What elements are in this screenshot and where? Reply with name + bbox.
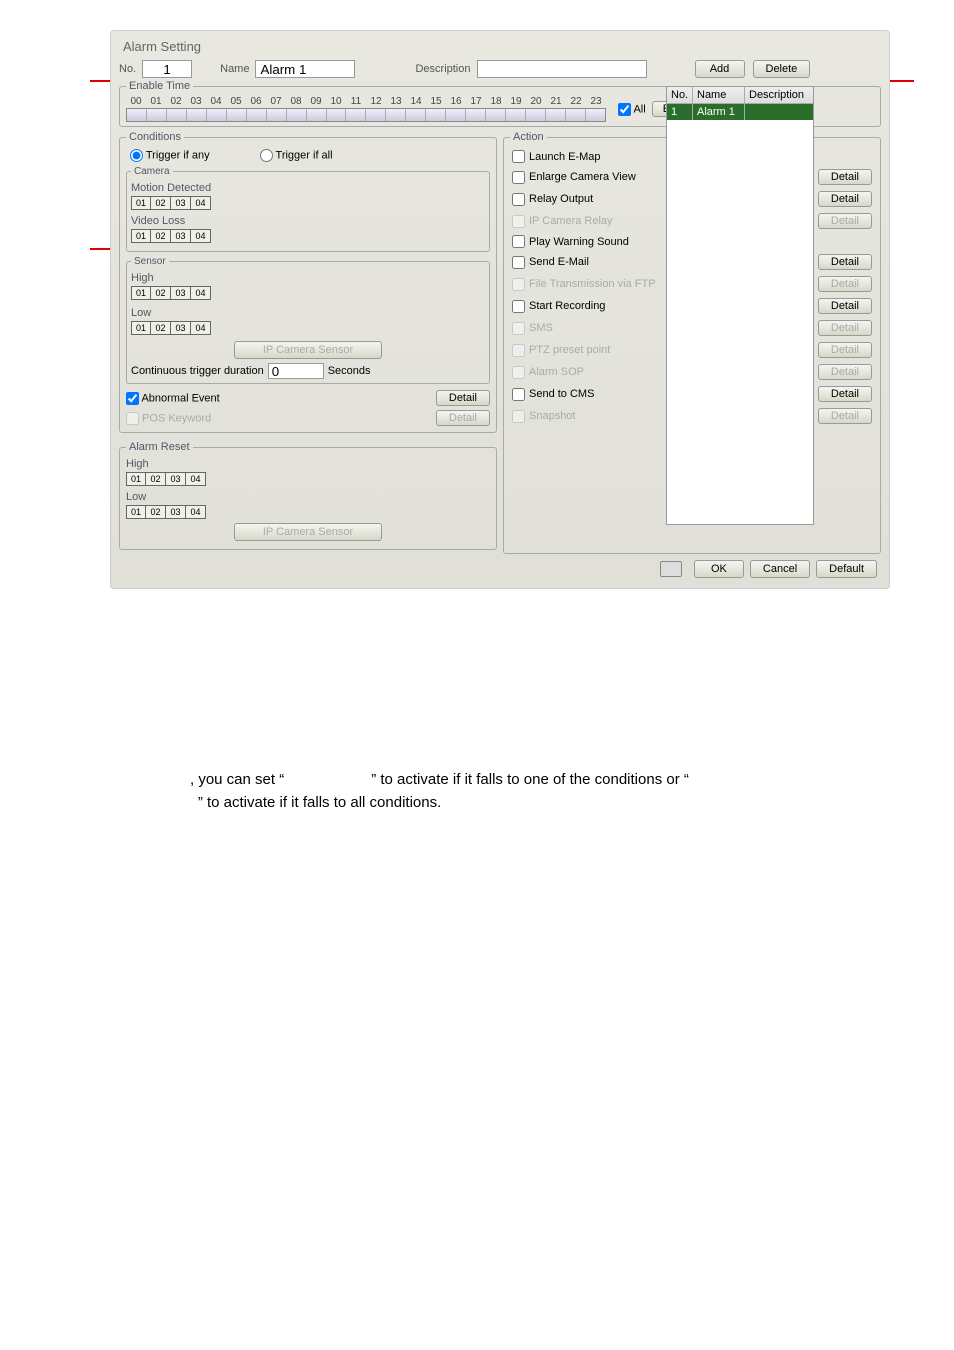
alarm-setting-dialog: Alarm Setting No. Name Description Add D… — [110, 30, 890, 589]
email-detail-button[interactable]: Detail — [818, 254, 872, 270]
th-name[interactable]: Name — [693, 87, 745, 103]
time-bar[interactable] — [126, 108, 606, 122]
delete-button[interactable]: Delete — [753, 60, 811, 78]
camera-group: Camera Motion Detected 01020304 Video Lo… — [126, 166, 490, 252]
ip-camera-sensor-button[interactable]: IP Camera Sensor — [234, 341, 382, 359]
pos-keyword-checkbox[interactable]: POS Keyword — [126, 412, 211, 425]
pos-detail-button[interactable]: Detail — [436, 410, 490, 426]
sensor-low-label: Low — [131, 306, 485, 320]
trigger-all-radio[interactable]: Trigger if all — [260, 149, 333, 162]
no-label: No. — [119, 63, 136, 75]
hour-labels: 0001020304050607080910111213141516171819… — [126, 96, 606, 107]
videoloss-channels[interactable]: 01020304 — [131, 229, 485, 243]
add-button[interactable]: Add — [695, 60, 745, 78]
name-label: Name — [220, 63, 249, 75]
action-legend: Action — [510, 131, 547, 143]
alarm-list-table: No. Name Description 1 Alarm 1 — [666, 86, 814, 525]
motion-channels[interactable]: 01020304 — [131, 196, 485, 210]
alarm-reset-legend: Alarm Reset — [126, 441, 193, 453]
reset-ip-camera-sensor-button[interactable]: IP Camera Sensor — [234, 523, 382, 541]
abnormal-detail-button[interactable]: Detail — [436, 390, 490, 406]
all-checkbox[interactable] — [618, 103, 631, 116]
table-row[interactable]: 1 Alarm 1 — [667, 104, 813, 120]
snapshot-detail-button[interactable]: Detail — [818, 408, 872, 424]
seconds-label: Seconds — [328, 365, 371, 377]
reset-high-label: High — [126, 457, 490, 471]
sensor-low-channels[interactable]: 01020304 — [131, 321, 485, 335]
footer-text: , you can set “Trigger if any” to activa… — [120, 769, 914, 814]
default-button[interactable]: Default — [816, 560, 877, 578]
abnormal-event-checkbox[interactable]: Abnormal Event — [126, 392, 220, 405]
alarm-sop-checkbox[interactable]: Alarm SOP — [512, 366, 584, 379]
reset-low-channels[interactable]: 01020304 — [126, 505, 490, 519]
alarm-reset-group: Alarm Reset High 01020304 Low 01020304 I… — [119, 441, 497, 550]
ip-camera-relay-checkbox[interactable]: IP Camera Relay — [512, 215, 613, 228]
sensor-high-label: High — [131, 271, 485, 285]
sensor-high-channels[interactable]: 01020304 — [131, 286, 485, 300]
all-checkbox-label[interactable]: All — [618, 103, 646, 116]
cancel-button[interactable]: Cancel — [750, 560, 810, 578]
relay-detail-button[interactable]: Detail — [818, 191, 872, 207]
motion-detected-label: Motion Detected — [131, 181, 485, 195]
continuous-trigger-label: Continuous trigger duration — [131, 365, 264, 377]
sensor-group: Sensor High 01020304 Low 01020304 IP Cam… — [126, 256, 490, 384]
continuous-trigger-field[interactable] — [268, 363, 324, 379]
snapshot-checkbox[interactable]: Snapshot — [512, 410, 575, 423]
start-recording-checkbox[interactable]: Start Recording — [512, 300, 605, 313]
reset-low-label: Low — [126, 490, 490, 504]
send-email-checkbox[interactable]: Send E-Mail — [512, 256, 589, 269]
enlarge-camera-checkbox[interactable]: Enlarge Camera View — [512, 171, 636, 184]
enable-time-legend: Enable Time — [126, 80, 193, 92]
ftp-detail-button[interactable]: Detail — [818, 276, 872, 292]
conditions-legend: Conditions — [126, 131, 184, 143]
description-label: Description — [415, 63, 470, 75]
name-field[interactable] — [255, 60, 355, 78]
trigger-any-radio[interactable]: Trigger if any — [130, 149, 210, 162]
launch-emap-checkbox[interactable]: Launch E-Map — [512, 150, 601, 163]
ok-button[interactable]: OK — [694, 560, 744, 578]
reset-high-channels[interactable]: 01020304 — [126, 472, 490, 486]
cms-detail-button[interactable]: Detail — [818, 386, 872, 402]
sop-detail-button[interactable]: Detail — [818, 364, 872, 380]
th-no[interactable]: No. — [667, 87, 693, 103]
keyboard-icon[interactable] — [660, 561, 682, 577]
ptz-detail-button[interactable]: Detail — [818, 342, 872, 358]
sms-detail-button[interactable]: Detail — [818, 320, 872, 336]
conditions-group: Conditions Trigger if any Trigger if all… — [119, 131, 497, 433]
dialog-title: Alarm Setting — [119, 37, 881, 60]
ip-relay-detail-button[interactable]: Detail — [818, 213, 872, 229]
enlarge-detail-button[interactable]: Detail — [818, 169, 872, 185]
no-field[interactable] — [142, 60, 192, 78]
recording-detail-button[interactable]: Detail — [818, 298, 872, 314]
relay-output-checkbox[interactable]: Relay Output — [512, 193, 593, 206]
video-loss-label: Video Loss — [131, 214, 485, 228]
play-warning-checkbox[interactable]: Play Warning Sound — [512, 235, 629, 248]
file-ftp-checkbox[interactable]: File Transmission via FTP — [512, 278, 656, 291]
send-cms-checkbox[interactable]: Send to CMS — [512, 388, 594, 401]
th-description[interactable]: Description — [745, 87, 813, 103]
description-field[interactable] — [477, 60, 647, 78]
sms-checkbox[interactable]: SMS — [512, 322, 553, 335]
ptz-preset-checkbox[interactable]: PTZ preset point — [512, 344, 610, 357]
